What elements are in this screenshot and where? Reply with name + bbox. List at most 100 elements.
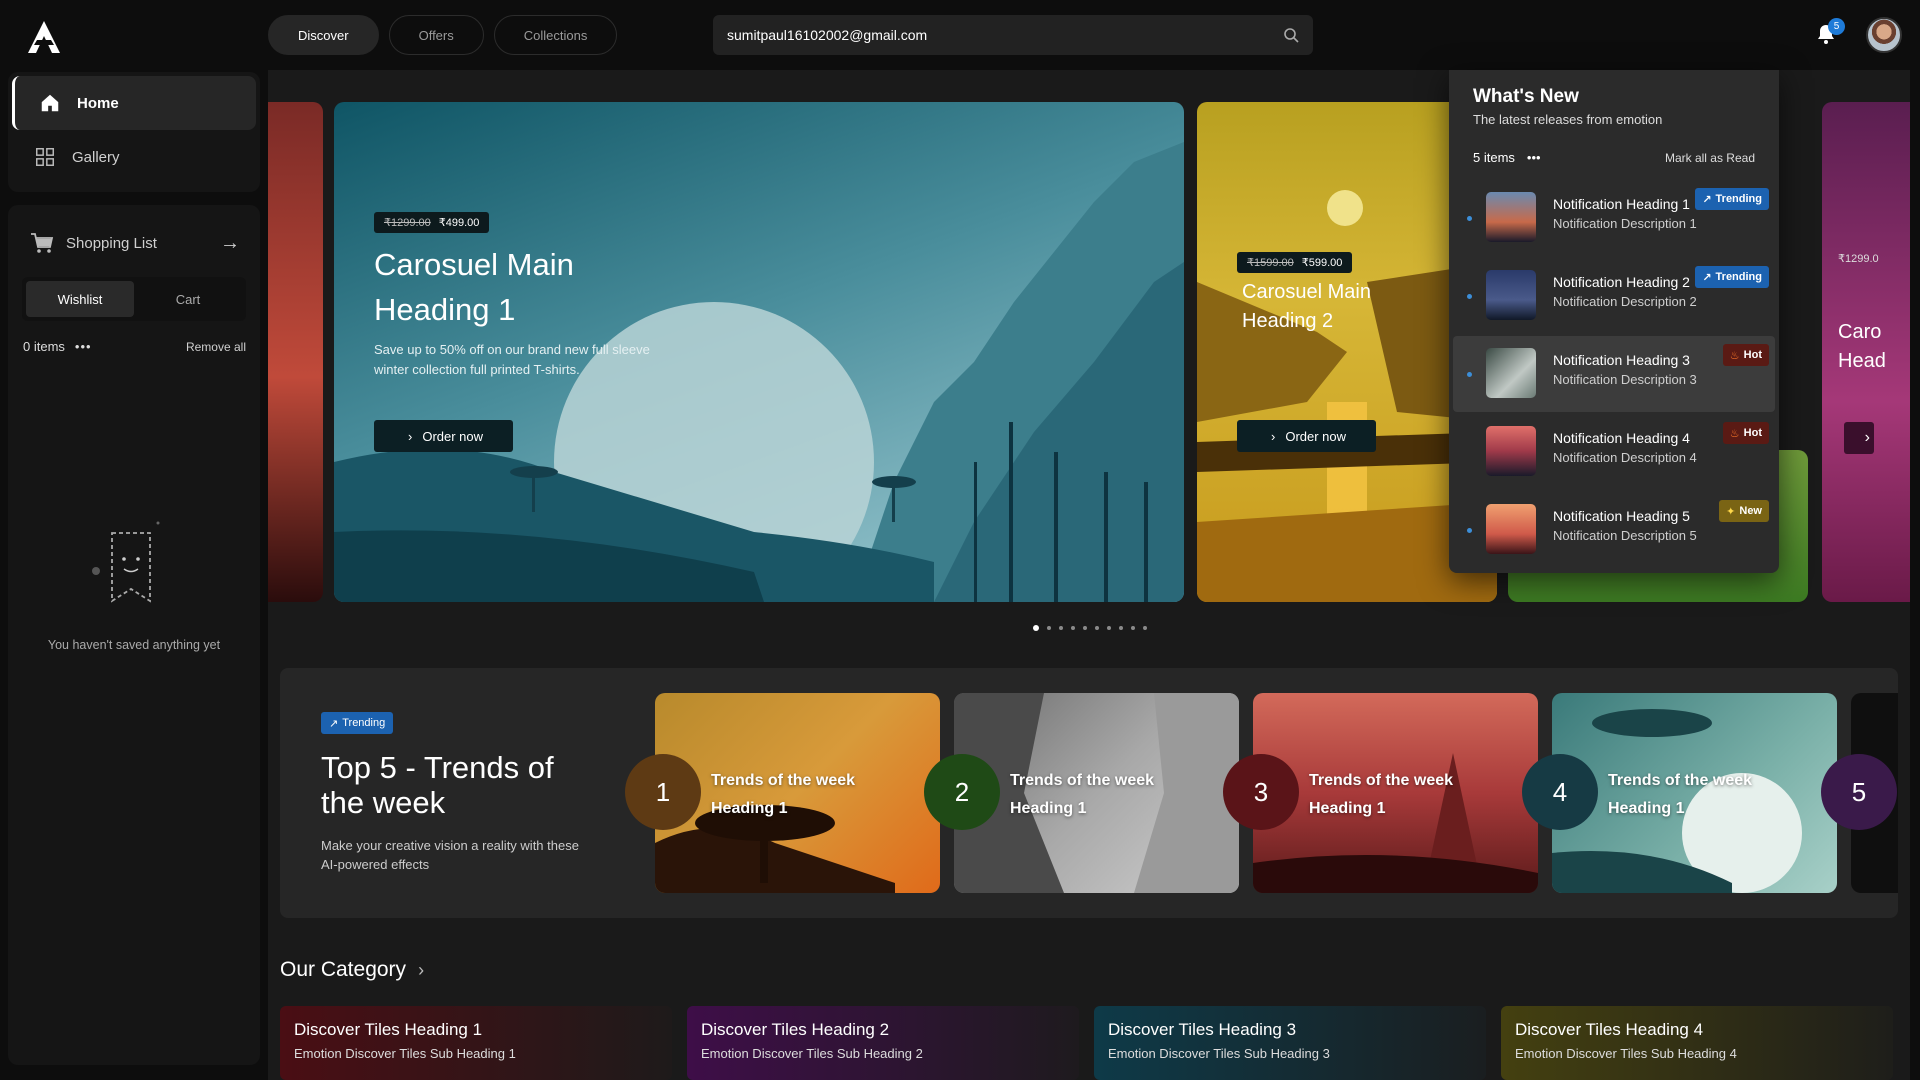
unread-dot — [1467, 372, 1472, 377]
pagination-dot[interactable] — [1033, 625, 1039, 631]
more-options-icon[interactable]: ••• — [75, 339, 92, 354]
pagination-dot[interactable] — [1119, 626, 1123, 630]
pagination-dot[interactable] — [1095, 626, 1099, 630]
carousel-heading-line2: Head — [1838, 350, 1886, 372]
tab-wishlist[interactable]: Wishlist — [26, 281, 134, 317]
whats-new-subtitle: The latest releases from emotion — [1473, 112, 1663, 127]
chevron-right-icon: › — [418, 959, 425, 980]
notification-heading: Notification Heading 1 — [1553, 196, 1690, 212]
notification-description: Notification Description 5 — [1553, 528, 1697, 543]
notification-thumbnail — [1486, 426, 1536, 476]
trend-card-label: Trends of the week Heading 1 — [1309, 767, 1453, 823]
chevron-right-icon[interactable]: › — [1844, 422, 1874, 454]
pagination-dot[interactable] — [1131, 626, 1135, 630]
carousel-heading-line1: Carosuel Main — [374, 247, 574, 282]
carousel-slide-4[interactable]: ₹1299.0 Caro Head › — [1822, 102, 1910, 602]
trending-icon: ↗ — [1702, 271, 1712, 284]
tab-discover[interactable]: Discover — [268, 15, 379, 55]
tab-offers[interactable]: Offers — [388, 15, 484, 55]
trend-card-subtitle: Heading 1 — [1309, 800, 1386, 817]
trend-card-title: Trends of the week — [711, 772, 856, 789]
carousel-heading: Carosuel Main Heading 1 — [374, 242, 574, 332]
notification-item[interactable]: Notification Heading 3 Notification Desc… — [1453, 336, 1775, 412]
search-bar[interactable] — [713, 15, 1313, 55]
trending-badge: ↗ Trending — [1695, 188, 1769, 210]
price-tag: ₹1599.00 ₹599.00 — [1237, 252, 1353, 273]
notification-item[interactable]: Notification Heading 4 Notification Desc… — [1453, 414, 1775, 490]
empty-state-text: You haven't saved anything yet — [47, 638, 221, 652]
carousel-heading-line2: Heading 1 — [374, 292, 516, 327]
tile-heading: Discover Tiles Heading 2 — [701, 1020, 890, 1039]
shopping-list-meta: 0 items ••• Remove all — [8, 339, 260, 354]
arrow-right-icon[interactable]: → — [220, 232, 240, 255]
more-options-icon[interactable]: ••• — [1527, 150, 1541, 165]
sparkle-icon: ✦ — [1726, 505, 1736, 518]
notification-description: Notification Description 3 — [1553, 372, 1697, 387]
tab-cart[interactable]: Cart — [134, 281, 242, 317]
unread-dot — [1467, 294, 1472, 299]
badge-label: Hot — [1743, 427, 1762, 439]
user-avatar[interactable] — [1866, 17, 1902, 53]
trend-card-label: Trends of the week Heading 1 — [1010, 767, 1154, 823]
pagination-dot[interactable] — [1143, 626, 1147, 630]
pagination-dot[interactable] — [1059, 626, 1063, 630]
tile-heading: Discover Tiles Heading 1 — [294, 1020, 483, 1039]
new-badge: ✦ New — [1719, 500, 1769, 522]
trend-card-subtitle: Heading 1 — [1010, 800, 1087, 817]
old-price: ₹1599.00 — [1247, 257, 1294, 269]
notification-heading: Notification Heading 4 — [1553, 430, 1690, 446]
trend-card-label: Trends of the week Heading 1 — [1608, 767, 1752, 823]
notification-item[interactable]: Notification Heading 1 Notification Desc… — [1453, 180, 1775, 256]
notification-item[interactable]: Notification Heading 5 Notification Desc… — [1453, 492, 1775, 568]
carousel-slide-prev[interactable] — [268, 102, 323, 602]
empty-list-illustration — [92, 521, 160, 603]
shopping-list-header[interactable]: Shopping List → — [8, 205, 260, 261]
order-now-button[interactable]: › Order now — [1237, 420, 1377, 452]
trending-badge: ↗ Trending — [321, 712, 394, 734]
mark-all-read-button[interactable]: Mark all as Read — [1665, 151, 1755, 165]
category-tile-2[interactable]: Discover Tiles Heading 2 Emotion Discove… — [687, 1006, 1079, 1080]
category-tile-1[interactable]: Discover Tiles Heading 1 Emotion Discove… — [280, 1006, 672, 1080]
badge-label: Trending — [1715, 193, 1762, 205]
tab-collections[interactable]: Collections — [493, 15, 618, 55]
search-icon[interactable] — [1283, 27, 1299, 43]
badge-label: Hot — [1743, 349, 1762, 361]
remove-all-button[interactable]: Remove all — [186, 340, 246, 354]
carousel-slide-main[interactable]: ₹1299.00 ₹499.00 Carosuel Main Heading 1… — [334, 102, 1184, 602]
new-price: ₹499.00 — [438, 217, 480, 229]
order-now-label: Order now — [1285, 428, 1347, 444]
notification-heading: Notification Heading 2 — [1553, 274, 1690, 290]
category-header[interactable]: Our Category › — [280, 958, 424, 982]
trend-card-title: Trends of the week — [1309, 772, 1454, 789]
pagination-dot[interactable] — [1071, 626, 1075, 630]
cart-icon — [31, 233, 54, 253]
fire-icon: ♨ — [1729, 349, 1740, 362]
search-input[interactable] — [727, 27, 1283, 43]
trend-card-title: Trends of the week — [1608, 772, 1753, 789]
carousel-heading: Carosuel Main Heading 2 — [1242, 278, 1371, 336]
pagination-dot[interactable] — [1047, 626, 1051, 630]
pagination-dot[interactable] — [1107, 626, 1111, 630]
order-now-button[interactable]: › Order now — [374, 420, 514, 452]
notification-item[interactable]: Notification Heading 2 Notification Desc… — [1453, 258, 1775, 334]
category-tile-4[interactable]: Discover Tiles Heading 4 Emotion Discove… — [1501, 1006, 1893, 1080]
trend-rank-5: 5 — [1821, 754, 1897, 830]
badge-label: Trending — [1715, 271, 1762, 283]
carousel-description-line1: Save up to 50% off on our brand new full… — [374, 342, 650, 357]
carousel-description: Save up to 50% off on our brand new full… — [374, 340, 650, 380]
trends-title: Top 5 - Trends of the week — [321, 750, 554, 820]
whats-new-title: What's New — [1473, 86, 1579, 107]
sidebar-item-label: Gallery — [72, 148, 120, 166]
trend-rank-3: 3 — [1223, 754, 1299, 830]
sidebar-item-gallery[interactable]: Gallery — [12, 130, 256, 184]
tile-heading: Discover Tiles Heading 3 — [1108, 1020, 1297, 1039]
trend-card-subtitle: Heading 1 — [711, 800, 788, 817]
notification-thumbnail — [1486, 348, 1536, 398]
carousel-heading-line1: Carosuel Main — [1242, 281, 1371, 303]
trend-card-label: Trends of the week Heading 1 — [711, 767, 855, 823]
sidebar-item-home[interactable]: Home — [12, 76, 256, 130]
trends-section: ↗ Trending Top 5 - Trends of the week Ma… — [280, 668, 1898, 918]
app-logo[interactable] — [24, 18, 64, 58]
pagination-dot[interactable] — [1083, 626, 1087, 630]
category-tile-3[interactable]: Discover Tiles Heading 3 Emotion Discove… — [1094, 1006, 1486, 1080]
